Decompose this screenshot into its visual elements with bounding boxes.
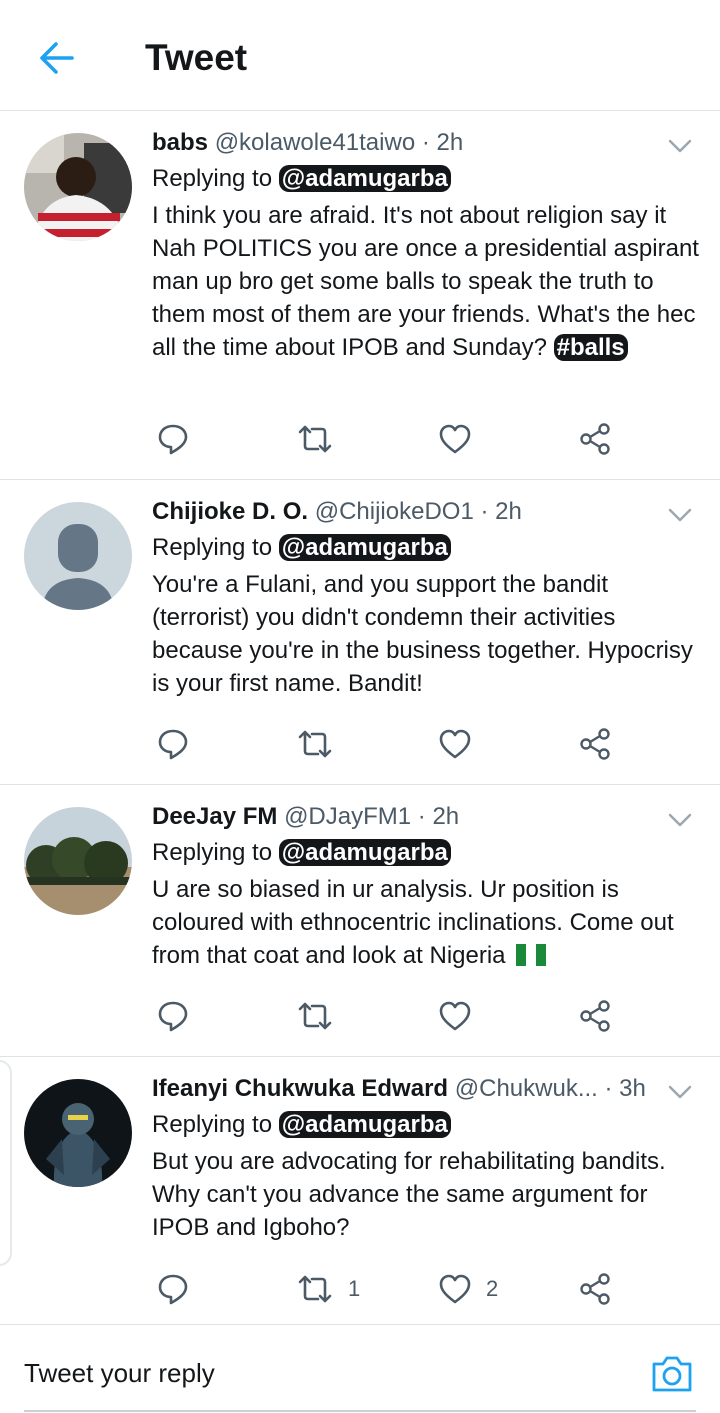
like-count: 2 bbox=[486, 1276, 499, 1301]
replying-to-label: Replying to bbox=[152, 165, 273, 192]
replying-to: Replying to @adamugarba bbox=[152, 1109, 702, 1141]
reply-button[interactable] bbox=[156, 996, 190, 1036]
tweet-text: But you are advocating for rehabilitatin… bbox=[152, 1148, 666, 1241]
input-underline bbox=[24, 1410, 696, 1412]
tweet-text-body: U are so biased in ur analysis. Ur posit… bbox=[152, 876, 674, 969]
author-name[interactable]: Chijioke D. O. bbox=[152, 498, 308, 525]
tweet-item[interactable]: Chijioke D. O. @ChijiokeDO1 · 2h Replyin… bbox=[0, 480, 720, 785]
tweet-content: DeeJay FM @DJayFM1 · 2h Replying to @ada… bbox=[152, 801, 702, 972]
chevron-down-icon[interactable] bbox=[668, 508, 692, 522]
share-icon bbox=[580, 423, 610, 455]
share-icon bbox=[580, 1000, 610, 1032]
author-name[interactable]: babs bbox=[152, 129, 208, 156]
like-button[interactable] bbox=[438, 724, 486, 764]
avatar[interactable] bbox=[24, 502, 132, 610]
tweet-item[interactable]: Ifeanyi Chukwuka Edward @Chukwuk... · 3h… bbox=[0, 1057, 720, 1325]
mention-link[interactable]: @adamugarba bbox=[278, 1111, 451, 1138]
replying-to: Replying to @adamugarba bbox=[152, 837, 702, 869]
tweet-text: You're a Fulani, and you support the ban… bbox=[152, 571, 693, 697]
tweet-actions bbox=[152, 419, 632, 459]
like-button[interactable]: 2 bbox=[438, 1269, 498, 1309]
tweet-time: · 2h bbox=[421, 129, 464, 156]
mention-link[interactable]: @adamugarba bbox=[278, 165, 451, 192]
like-button[interactable] bbox=[438, 419, 486, 459]
reply-button[interactable] bbox=[156, 1269, 190, 1309]
author-name[interactable]: DeeJay FM bbox=[152, 803, 277, 830]
retweet-icon bbox=[298, 425, 332, 453]
like-button[interactable] bbox=[438, 996, 486, 1036]
reply-icon bbox=[158, 1001, 188, 1032]
chevron-down-icon[interactable] bbox=[668, 1085, 692, 1099]
tweet-time: · 3h bbox=[604, 1075, 646, 1102]
hashtag-link[interactable]: #balls bbox=[553, 334, 628, 361]
tweet-time: · 2h bbox=[417, 803, 460, 830]
like-icon bbox=[439, 1274, 471, 1304]
share-button[interactable] bbox=[578, 1269, 612, 1309]
share-icon bbox=[580, 728, 610, 760]
replying-to-label: Replying to bbox=[152, 839, 273, 866]
avatar[interactable] bbox=[24, 133, 132, 241]
reply-composer[interactable]: Tweet your reply bbox=[0, 1325, 720, 1413]
tweet-time: · 2h bbox=[480, 498, 522, 525]
top-bar: Tweet bbox=[0, 0, 720, 111]
tweet-actions: 1 2 bbox=[152, 1269, 632, 1309]
retweet-icon bbox=[298, 730, 332, 758]
retweet-button[interactable] bbox=[296, 419, 348, 459]
author-handle[interactable]: @ChijiokeDO1 bbox=[315, 498, 474, 525]
scroll-edge-indicator bbox=[0, 1060, 12, 1266]
page-title: Tweet bbox=[145, 37, 248, 78]
reply-icon bbox=[158, 424, 188, 455]
like-icon bbox=[439, 729, 471, 759]
share-button[interactable] bbox=[578, 724, 612, 764]
retweet-button[interactable]: 1 bbox=[296, 1269, 360, 1309]
tweet-item[interactable]: DeeJay FM @DJayFM1 · 2h Replying to @ada… bbox=[0, 785, 720, 1057]
share-icon bbox=[580, 1273, 610, 1305]
author-handle[interactable]: @kolawole41taiwo bbox=[215, 129, 415, 156]
retweet-count: 1 bbox=[348, 1276, 361, 1301]
reply-button[interactable] bbox=[156, 419, 190, 459]
tweet-header: Ifeanyi Chukwuka Edward @Chukwuk... · 3h bbox=[152, 1073, 702, 1105]
author-handle[interactable]: @DJayFM1 bbox=[284, 803, 411, 830]
like-icon bbox=[439, 424, 471, 454]
camera-icon[interactable] bbox=[650, 1354, 694, 1394]
replying-to-label: Replying to bbox=[152, 1111, 273, 1138]
mention-link[interactable]: @adamugarba bbox=[278, 839, 451, 866]
retweet-button[interactable] bbox=[296, 724, 348, 764]
replying-to-label: Replying to bbox=[152, 534, 273, 561]
tweet-header: Chijioke D. O. @ChijiokeDO1 · 2h bbox=[152, 496, 702, 528]
replying-to: Replying to @adamugarba bbox=[152, 163, 702, 195]
tweet-content: Ifeanyi Chukwuka Edward @Chukwuk... · 3h… bbox=[152, 1073, 702, 1244]
author-name[interactable]: Ifeanyi Chukwuka Edward bbox=[152, 1075, 448, 1102]
nigeria-flag-icon bbox=[516, 944, 547, 966]
retweet-icon bbox=[298, 1002, 332, 1030]
chevron-down-icon[interactable] bbox=[668, 139, 692, 153]
tweet-content: babs @kolawole41taiwo · 2h Replying to @… bbox=[152, 127, 702, 364]
tweet-item[interactable]: babs @kolawole41taiwo · 2h Replying to @… bbox=[0, 111, 720, 480]
tweet-header: babs @kolawole41taiwo · 2h bbox=[152, 127, 702, 159]
tweet-content: Chijioke D. O. @ChijiokeDO1 · 2h Replyin… bbox=[152, 496, 702, 700]
share-button[interactable] bbox=[578, 996, 612, 1036]
reply-input-placeholder[interactable]: Tweet your reply bbox=[24, 1358, 215, 1389]
like-icon bbox=[439, 1001, 471, 1031]
reply-icon bbox=[158, 729, 188, 760]
tweet-header: DeeJay FM @DJayFM1 · 2h bbox=[152, 801, 702, 833]
mention-link[interactable]: @adamugarba bbox=[278, 534, 451, 561]
retweet-icon bbox=[298, 1275, 332, 1303]
avatar[interactable] bbox=[24, 807, 132, 915]
chevron-down-icon[interactable] bbox=[668, 813, 692, 827]
back-arrow-icon[interactable] bbox=[36, 38, 76, 78]
tweet-actions bbox=[152, 724, 632, 764]
reply-icon bbox=[158, 1274, 188, 1305]
replying-to: Replying to @adamugarba bbox=[152, 532, 702, 564]
share-button[interactable] bbox=[578, 419, 612, 459]
tweet-text: I think you are afraid. It's not about r… bbox=[152, 199, 702, 364]
tweet-text: U are so biased in ur analysis. Ur posit… bbox=[152, 873, 702, 972]
tweet-actions bbox=[152, 996, 632, 1036]
retweet-button[interactable] bbox=[296, 996, 348, 1036]
author-handle[interactable]: @Chukwuk... bbox=[455, 1075, 598, 1102]
avatar[interactable] bbox=[24, 1079, 132, 1187]
reply-button[interactable] bbox=[156, 724, 190, 764]
